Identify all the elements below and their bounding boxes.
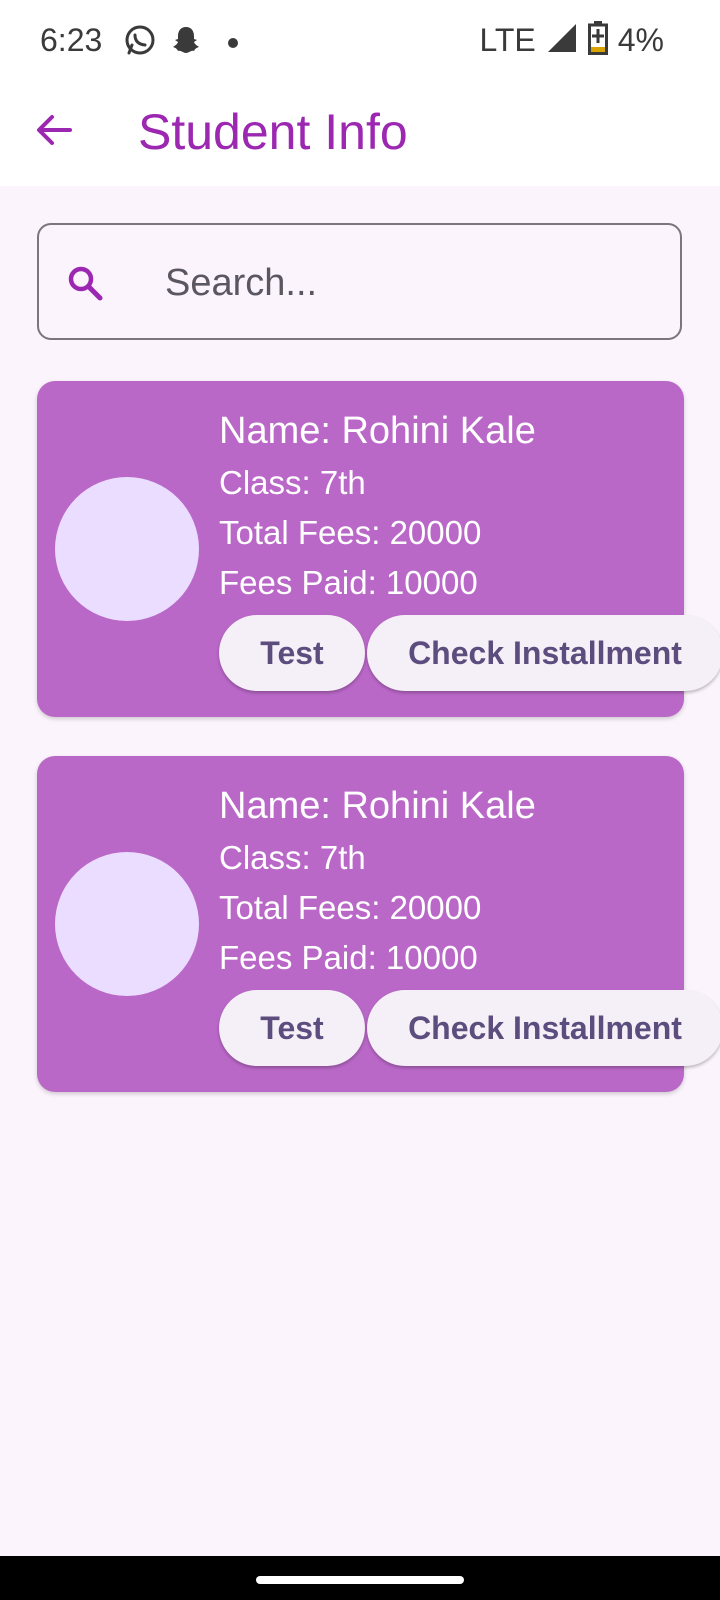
status-right: LTE 4% [479,20,664,60]
student-card: Name: Rohini Kale Class: 7th Total Fees:… [37,381,720,717]
arrow-back-icon [36,114,72,151]
status-time: 6:23 [40,22,103,58]
back-button[interactable] [32,110,76,154]
snapchat-icon [170,24,202,61]
student-class: Class: 7th [219,464,366,501]
battery-percent: 4% [617,22,664,58]
signal-icon [546,22,578,59]
test-button[interactable]: Test [219,990,365,1066]
check-installment-button[interactable]: Check Installment [367,615,720,691]
avatar [55,852,199,996]
student-fees-paid: Fees Paid: 10000 [219,564,478,601]
student-total-fees: Total Fees: 20000 [219,889,482,926]
status-bar: 6:23 LTE 4% [0,0,720,80]
page-title: Student Info [138,104,408,160]
avatar [55,477,199,621]
whatsapp-icon [124,24,156,61]
student-fees-paid: Fees Paid: 10000 [219,939,478,976]
student-class: Class: 7th [219,839,366,876]
search-icon [65,263,105,303]
network-type: LTE [479,22,536,58]
home-gesture-handle[interactable] [256,1576,464,1584]
search-input[interactable] [165,253,665,313]
search-bar[interactable] [37,223,682,340]
app-bar: Student Info [0,80,720,186]
navigation-bar [0,1556,720,1600]
student-total-fees: Total Fees: 20000 [219,514,482,551]
student-name: Name: Rohini Kale [219,410,536,452]
check-installment-button[interactable]: Check Installment [367,990,720,1066]
test-button[interactable]: Test [219,615,365,691]
student-name: Name: Rohini Kale [219,785,536,827]
battery-charging-icon [587,20,608,60]
student-card: Name: Rohini Kale Class: 7th Total Fees:… [37,756,720,1092]
dot-icon [228,35,238,53]
